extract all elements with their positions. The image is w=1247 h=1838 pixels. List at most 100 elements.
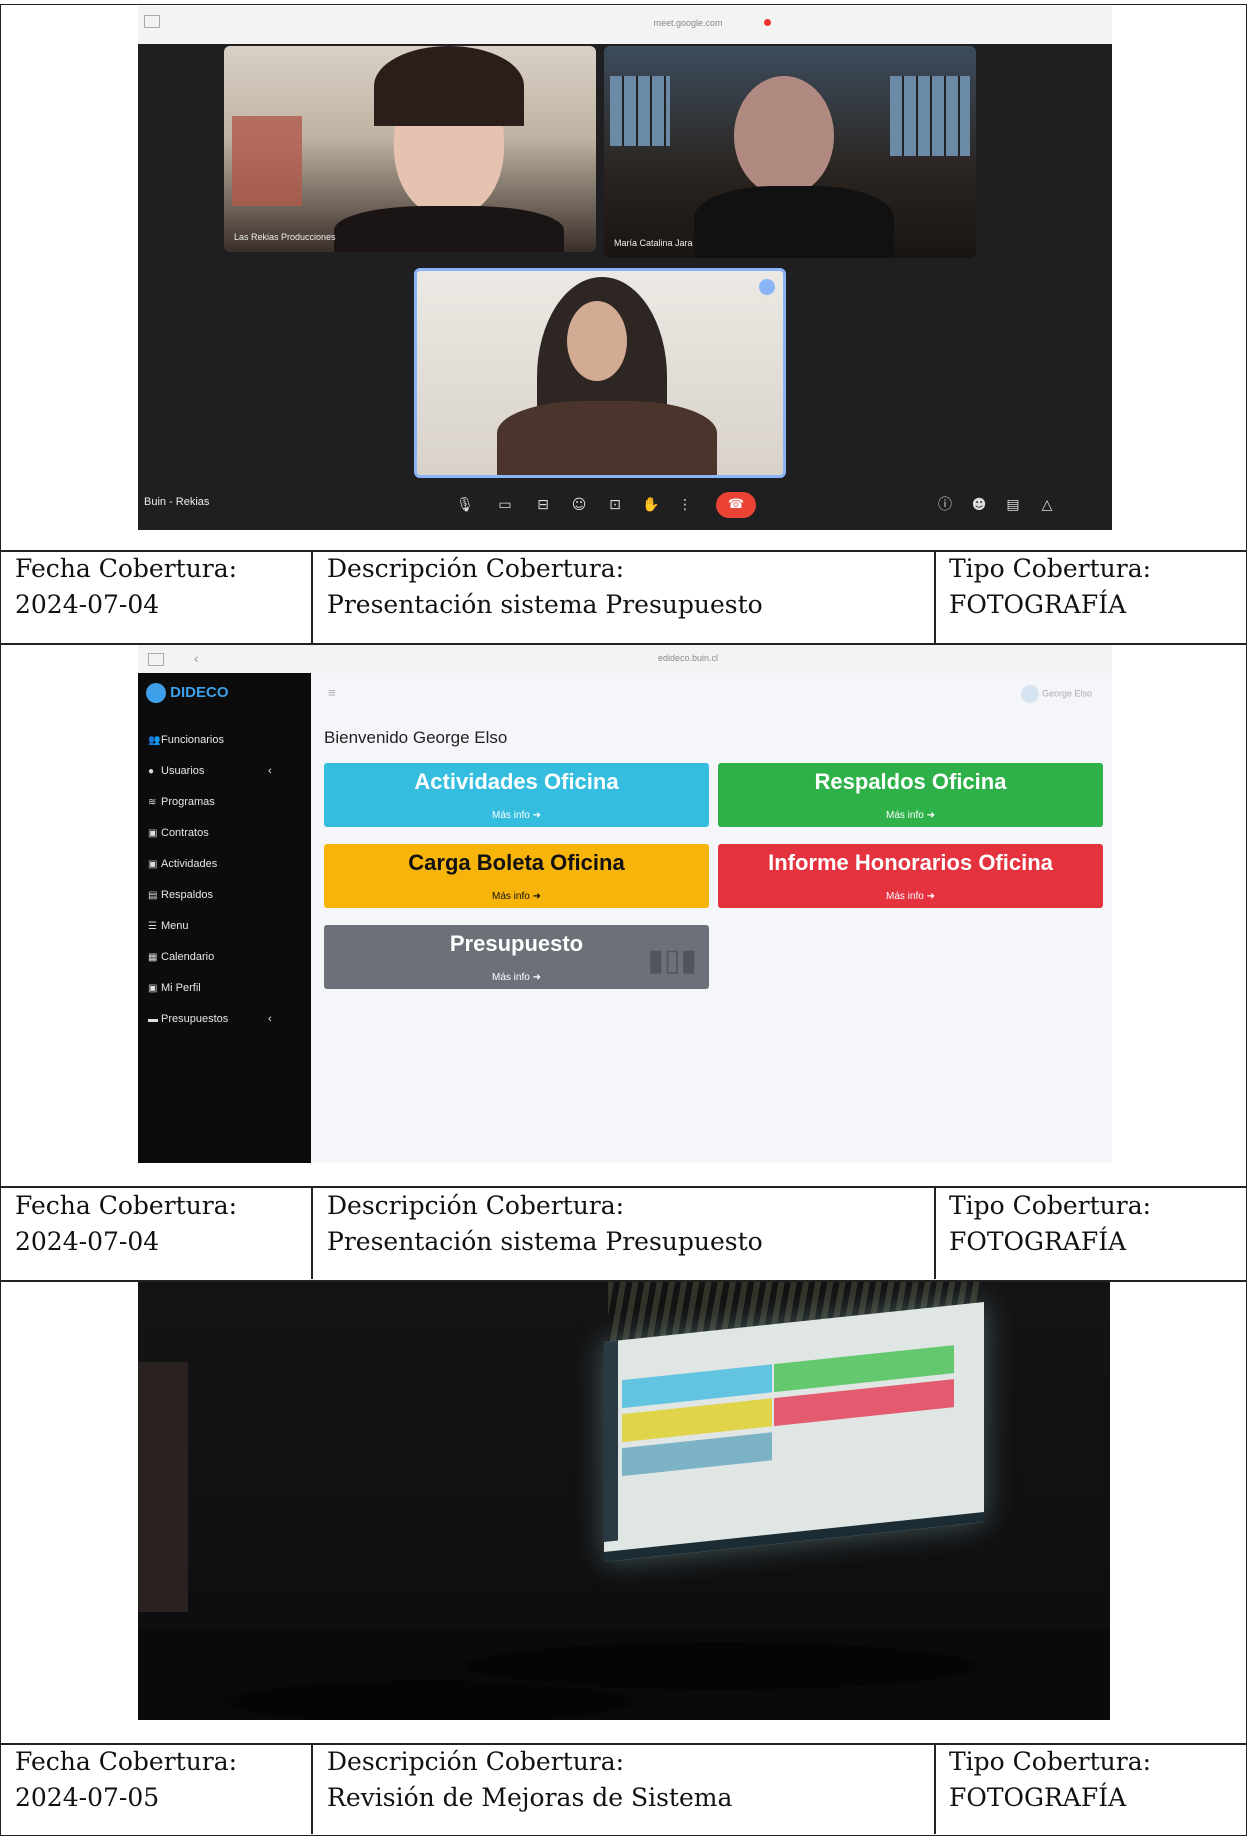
logo-text: DIDECO bbox=[170, 683, 229, 701]
chevron-left-icon: ‹ bbox=[268, 1013, 272, 1025]
bars-icon: ☰ bbox=[148, 921, 157, 932]
window-left bbox=[610, 76, 670, 146]
mas-info-link[interactable]: Más info ➜ bbox=[718, 891, 1103, 902]
wall-poster bbox=[232, 116, 302, 206]
side-wall bbox=[138, 1362, 188, 1612]
more-options-icon[interactable]: ⋮ bbox=[674, 494, 696, 516]
mic-icon[interactable]: 🎙 bbox=[454, 494, 476, 516]
sidebar-item-funcionarios[interactable]: 👥Funcionarios bbox=[148, 734, 224, 746]
chat-icon[interactable]: ▤ bbox=[1002, 494, 1024, 516]
cell-divider bbox=[934, 551, 936, 643]
people-icon[interactable]: ☻ bbox=[968, 494, 990, 516]
cell-divider bbox=[311, 1187, 313, 1279]
participant-tile-1: Las Rekias Producciones bbox=[224, 46, 596, 252]
sidebar-item-label: Mi Perfil bbox=[161, 982, 201, 994]
mas-info-label: Más info bbox=[492, 810, 530, 821]
sidebar-item-actividades[interactable]: ▣ Actividades bbox=[148, 858, 217, 870]
browser-url: edideco.buin.cl bbox=[657, 653, 719, 663]
descripcion-label: Descripción Cobertura: bbox=[327, 1747, 625, 1776]
tipo-cell: Tipo Cobertura: FOTOGRAFÍA bbox=[949, 1188, 1151, 1260]
info-icon[interactable]: ⓘ bbox=[934, 494, 956, 516]
person-face bbox=[734, 76, 834, 196]
camera-icon[interactable]: ▭ bbox=[494, 494, 516, 516]
card-informe-honorarios-oficina[interactable]: Informe Honorarios Oficina Más info ➜ bbox=[718, 844, 1103, 908]
projection-screen bbox=[604, 1302, 984, 1562]
card-title: Actividades Oficina bbox=[414, 769, 619, 794]
sidebar-item-label: Menu bbox=[161, 920, 189, 932]
clipboard-icon: ▣ bbox=[148, 859, 158, 870]
sidebar-item-mi-perfil[interactable]: ▣ Mi Perfil bbox=[148, 982, 201, 994]
fecha-cell: Fecha Cobertura: 2024-07-04 bbox=[15, 551, 237, 623]
sidebar-toggle-icon bbox=[148, 653, 164, 666]
mas-info-link[interactable]: Más info ➜ bbox=[324, 810, 709, 821]
sidebar-item-calendario[interactable]: ▦ Calendario bbox=[148, 951, 214, 963]
present-icon[interactable]: ⊡ bbox=[604, 494, 626, 516]
sidebar-item-presupuestos[interactable]: ▬ Presupuestos ‹ bbox=[148, 1013, 272, 1025]
photo-meet-screenshot: meet.google.com Las Rekias Producciones … bbox=[138, 6, 1112, 530]
person-body bbox=[497, 401, 717, 475]
user-icon: ● bbox=[148, 766, 155, 777]
mas-info-link[interactable]: Más info ➜ bbox=[324, 891, 709, 902]
end-call-button[interactable]: ☎ bbox=[716, 492, 756, 518]
document-icon: ▤ bbox=[148, 890, 158, 901]
photo-projection-room bbox=[138, 1282, 1110, 1720]
tipo-cell: Tipo Cobertura: FOTOGRAFÍA bbox=[949, 551, 1151, 623]
brand-logo: DIDECO bbox=[146, 683, 229, 703]
cell-divider bbox=[311, 551, 313, 643]
sidebar-item-programas[interactable]: ≋ Programas bbox=[148, 796, 215, 808]
sidebar-item-label: Presupuestos bbox=[161, 1013, 229, 1025]
descripcion-label: Descripción Cobertura: bbox=[327, 1191, 625, 1220]
sidebar: DIDECO 👥Funcionarios ● Usuarios ‹ ≋ Program… bbox=[138, 673, 311, 1163]
descripcion-cell: Descripción Cobertura: Presentación sist… bbox=[327, 551, 763, 623]
mas-info-label: Más info bbox=[492, 891, 530, 902]
arrow-circle-right-icon: ➜ bbox=[532, 891, 541, 902]
tipo-label: Tipo Cobertura: bbox=[949, 1747, 1152, 1776]
mas-info-label: Más info bbox=[886, 891, 924, 902]
calendar-icon: ▦ bbox=[148, 952, 158, 963]
cell-divider bbox=[934, 1187, 936, 1279]
descripcion-cell: Descripción Cobertura: Presentación sist… bbox=[327, 1188, 763, 1260]
fecha-label: Fecha Cobertura: bbox=[15, 1191, 238, 1220]
sidebar-item-respaldos[interactable]: ▤ Respaldos bbox=[148, 889, 213, 901]
users-icon: 👥 bbox=[148, 735, 161, 746]
hamburger-icon[interactable]: ≡ bbox=[328, 685, 336, 700]
card-presupuesto[interactable]: Presupuesto Más info ➜ ▮▯▮ bbox=[324, 925, 709, 989]
projected-sidebar bbox=[604, 1340, 618, 1542]
descripcion-label: Descripción Cobertura: bbox=[327, 554, 625, 583]
participant-name: María Catalina Jara bbox=[614, 238, 693, 248]
card-respaldos-oficina[interactable]: Respaldos Oficina Más info ➜ bbox=[718, 763, 1103, 827]
captions-icon[interactable]: ⊟ bbox=[532, 494, 554, 516]
fecha-label: Fecha Cobertura: bbox=[15, 1747, 238, 1776]
card-actividades-oficina[interactable]: Actividades Oficina Más info ➜ bbox=[324, 763, 709, 827]
meeting-name: Buin - Rekias bbox=[144, 496, 210, 508]
user-menu[interactable]: George Elso bbox=[1021, 685, 1092, 703]
raise-hand-icon[interactable]: ✋ bbox=[640, 494, 662, 516]
user-name: George Elso bbox=[1041, 688, 1092, 699]
browser-toolbar: meet.google.com bbox=[138, 6, 1112, 44]
participant-name: Las Rekias Producciones bbox=[234, 232, 336, 242]
person-body bbox=[334, 206, 564, 252]
mas-info-link[interactable]: Más info ➜ bbox=[718, 810, 1103, 821]
mas-info-label: Más info bbox=[886, 810, 924, 821]
activities-icon[interactable]: △ bbox=[1036, 494, 1058, 516]
sidebar-item-contratos[interactable]: ▣ Contratos bbox=[148, 827, 209, 839]
descripcion-value: Presentación sistema Presupuesto bbox=[327, 1227, 763, 1256]
sidebar-item-label: Contratos bbox=[161, 827, 209, 839]
card-carga-boleta-oficina[interactable]: Carga Boleta Oficina Más info ➜ bbox=[324, 844, 709, 908]
tipo-label: Tipo Cobertura: bbox=[949, 1191, 1152, 1220]
sidebar-item-label: Usuarios bbox=[161, 765, 205, 777]
person-body bbox=[694, 186, 894, 258]
file-icon: ▣ bbox=[148, 828, 158, 839]
sidebar-item-usuarios[interactable]: ● Usuarios ‹ bbox=[148, 765, 272, 777]
sidebar-item-menu[interactable]: ☰ Menu bbox=[148, 920, 189, 932]
fecha-value: 2024-07-04 bbox=[15, 590, 160, 619]
mas-info-label: Más info bbox=[492, 972, 530, 983]
emoji-icon[interactable]: ☺ bbox=[568, 494, 590, 516]
back-icon: ‹ bbox=[194, 650, 199, 666]
descripcion-value: Revisión de Mejoras de Sistema bbox=[327, 1783, 733, 1812]
audience-silhouettes bbox=[138, 1630, 1110, 1720]
sidebar-item-label: Respaldos bbox=[161, 889, 213, 901]
descripcion-value: Presentación sistema Presupuesto bbox=[327, 590, 763, 619]
cell-divider bbox=[934, 1744, 936, 1834]
speaking-indicator-icon bbox=[759, 279, 775, 295]
